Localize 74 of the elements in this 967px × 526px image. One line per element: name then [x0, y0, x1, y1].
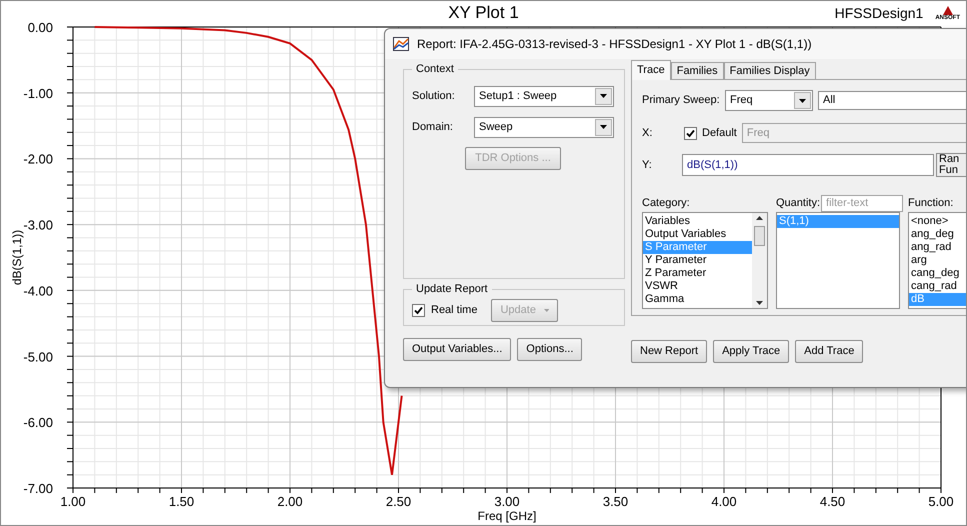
scroll-up-arrow-icon[interactable]	[756, 216, 763, 220]
x-tick-label: 4.00	[711, 494, 737, 509]
list-item[interactable]: Gamma	[643, 293, 752, 306]
list-item[interactable]: Output Variables	[643, 228, 752, 241]
list-item[interactable]: cang_deg	[909, 267, 966, 280]
tab[interactable]: Families	[670, 62, 724, 79]
caret-icon	[600, 94, 607, 98]
x-tick-label: 3.50	[602, 494, 628, 509]
caret-icon	[799, 98, 806, 102]
x-tick-label: 2.00	[277, 494, 303, 509]
x-tick-label: 1.00	[60, 494, 86, 509]
x-tick-label: 1.50	[168, 494, 194, 509]
y-tick-label: -7.00	[23, 481, 53, 496]
check-icon	[686, 128, 695, 138]
scroll-down-arrow-icon[interactable]	[756, 301, 763, 305]
y-tick-label: -4.00	[23, 283, 53, 298]
field-label: X:	[642, 126, 654, 141]
dialog-button[interactable]: New Report	[631, 340, 708, 363]
y-tick-label: -1.00	[23, 86, 53, 101]
group-label: Update Report	[415, 282, 489, 297]
list-item[interactable]: Z Parameter	[643, 267, 752, 280]
checkbox[interactable]	[412, 304, 425, 316]
dialog-button[interactable]: Output Variables...	[403, 338, 512, 361]
y-tick-label: -2.00	[23, 152, 53, 167]
filter-field[interactable]: filter-text	[821, 194, 904, 212]
scrollbar[interactable]	[752, 213, 767, 308]
y-tick-label: 0.00	[28, 20, 53, 35]
y-expression-field[interactable]: dB(S(1,1))	[682, 154, 934, 176]
field-label: Y:	[642, 158, 653, 173]
list-item[interactable]: arg	[909, 254, 966, 267]
y-axis-title: dB(S(1,1))	[10, 230, 24, 286]
dropdown[interactable]: Sweep	[474, 116, 614, 138]
tab[interactable]: Families Display	[724, 62, 816, 79]
list-item[interactable]: ang_deg	[909, 228, 966, 241]
list-label: Function:	[908, 196, 954, 211]
x-axis-title: Freq [GHz]	[478, 509, 536, 523]
plot-title: XY Plot 1	[448, 2, 519, 24]
list-item[interactable]: cang_rad	[909, 280, 966, 293]
x-tick-label: 4.50	[820, 494, 846, 509]
checkbox-label: Default	[702, 126, 737, 141]
dialog-button[interactable]: Add Trace	[795, 340, 864, 363]
x-tick-label: 3.00	[494, 494, 520, 509]
group-label: Context	[415, 62, 455, 77]
list-label: Quantity:	[776, 196, 820, 211]
sweep-range-field[interactable]: All	[818, 91, 966, 110]
y-tick-label: -3.00	[23, 218, 53, 233]
caret-icon	[600, 125, 607, 129]
design-name: HFSSDesign1	[834, 4, 924, 23]
x-tick-label: 5.00	[928, 494, 954, 509]
caret-icon	[544, 308, 550, 312]
dialog-button[interactable]: Options...	[517, 338, 582, 361]
report-icon	[393, 37, 409, 51]
range-function-button[interactable]: Ran Fun	[936, 153, 966, 177]
list-item[interactable]: ang_rad	[909, 241, 966, 254]
y-tick-label: -6.00	[23, 415, 53, 430]
check-icon	[414, 306, 423, 314]
scrollbar-thumb[interactable]	[754, 226, 765, 246]
list-label: Category:	[642, 196, 691, 211]
dialog-title: Report: IFA-2.45G-0313-revised-3 - HFSSDesign1 - XY Plot 1 - dB(S(1,1))	[417, 36, 812, 53]
y-tick-label: -5.00	[23, 349, 53, 364]
checkbox[interactable]	[684, 126, 697, 140]
field-label: Solution:	[412, 88, 456, 104]
tab[interactable]: Trace	[631, 60, 671, 80]
list-item[interactable]: Y Parameter	[643, 254, 752, 267]
field-label: Domain:	[412, 120, 454, 135]
field-label: Primary Sweep:	[642, 93, 721, 108]
dropdown[interactable]: Freq	[725, 90, 813, 111]
list-item[interactable]: <none>	[909, 215, 966, 228]
list-item[interactable]: VSWR	[643, 280, 752, 293]
dropdown[interactable]: Setup1 : Sweep	[474, 86, 614, 106]
checkbox-label: Real time	[431, 302, 478, 318]
x-tick-label: 2.50	[386, 494, 412, 509]
dialog-button[interactable]: Apply Trace	[713, 340, 790, 363]
list-item[interactable]: Variables	[643, 215, 752, 228]
